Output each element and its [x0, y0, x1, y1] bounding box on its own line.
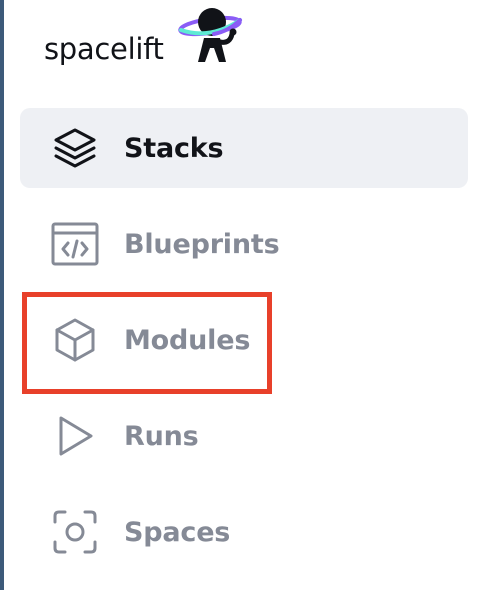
nav-item-stacks[interactable]: Stacks [20, 108, 468, 188]
nav-label-stacks: Stacks [124, 132, 224, 164]
nav-label-spaces: Spaces [124, 516, 231, 548]
nav-item-runs[interactable]: Runs [20, 396, 468, 476]
spacelift-logo[interactable]: spacelift [44, 4, 242, 68]
nav-item-modules[interactable]: Modules [20, 300, 468, 380]
astronaut-planet-logo-icon [178, 8, 242, 62]
nav-label-modules: Modules [124, 324, 251, 356]
logo-wordmark: spacelift [44, 32, 164, 66]
focus-circle-icon [50, 507, 100, 557]
cube-icon [50, 315, 100, 365]
play-icon [50, 411, 100, 461]
layers-icon [50, 123, 100, 173]
nav-item-blueprints[interactable]: Blueprints [20, 204, 468, 284]
nav-item-spaces[interactable]: Spaces [20, 492, 468, 572]
nav-label-blueprints: Blueprints [124, 228, 280, 260]
code-window-icon [50, 219, 100, 269]
nav-label-runs: Runs [124, 420, 199, 452]
sidebar: spacelift Stacks Blueprints Modules Runs… [4, 0, 484, 590]
